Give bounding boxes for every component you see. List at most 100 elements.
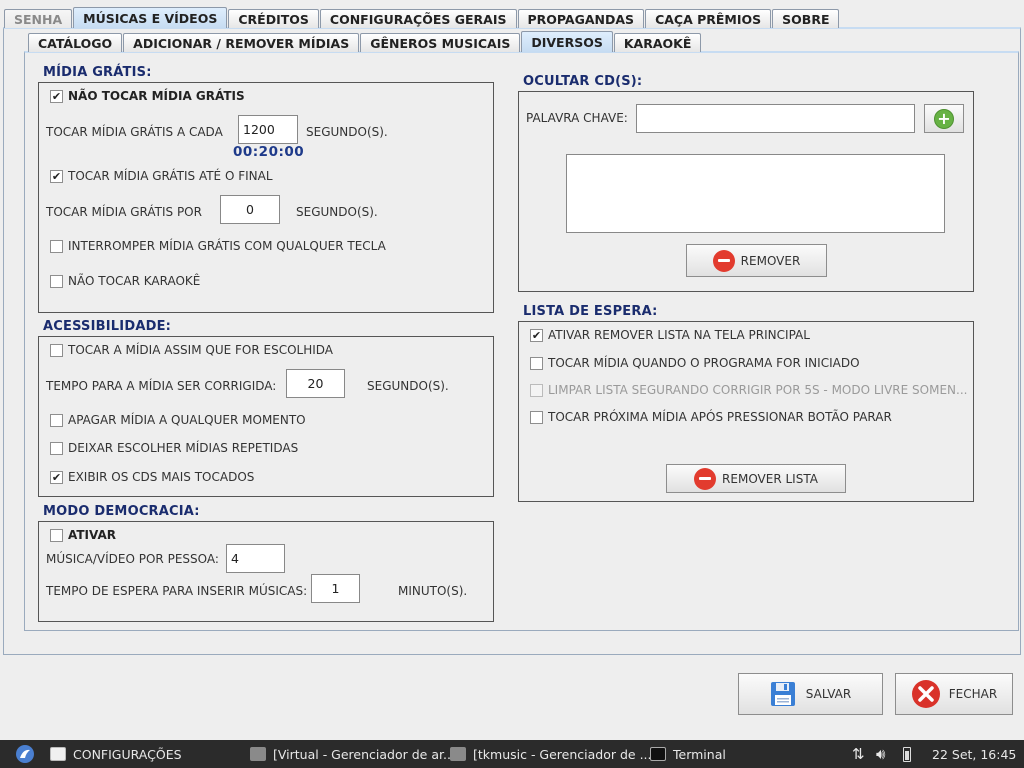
tab-musicas-videos[interactable]: MÚSICAS E VÍDEOS: [73, 7, 228, 28]
interromper-checkbox[interactable]: INTERROMPER MÍDIA GRÁTIS COM QUALQUER TE…: [50, 239, 386, 253]
nao-tocar-karaoke-checkbox[interactable]: NÃO TOCAR KARAOKÊ: [50, 274, 200, 288]
tab-generos-musicais[interactable]: GÊNEROS MUSICAIS: [360, 33, 521, 52]
taskbar-item-label: [Virtual - Gerenciador de ar...: [273, 746, 455, 762]
ocultar-cds-title: OCULTAR CD(S):: [523, 74, 643, 89]
salvar-button[interactable]: SALVAR: [738, 673, 883, 715]
clock-label: 22 Set, 16:45: [932, 746, 1017, 762]
floppy-disk-icon: [770, 682, 795, 706]
tab-karaoke[interactable]: KARAOKÊ: [613, 33, 702, 52]
tocar-ate-final-checkbox[interactable]: ✔ TOCAR MÍDIA GRÁTIS ATÉ O FINAL: [50, 169, 273, 183]
folder-icon: [450, 747, 466, 761]
tab-diversos[interactable]: DIVERSOS: [521, 31, 613, 52]
add-keyword-button[interactable]: +: [924, 104, 964, 133]
time-display: 00:20:00: [233, 144, 305, 160]
tocar-por-input[interactable]: 0: [220, 195, 280, 224]
ativar-remover-lista-checkbox[interactable]: ✔ ATIVAR REMOVER LISTA NA TELA PRINCIPAL: [530, 328, 810, 342]
checkbox-box[interactable]: [50, 441, 63, 455]
checkbox-label: INTERROMPER MÍDIA GRÁTIS COM QUALQUER TE…: [68, 239, 386, 253]
tab-senha[interactable]: SENHA: [4, 9, 73, 28]
taskbar-item-label: [tkmusic - Gerenciador de ...: [473, 746, 652, 762]
clock[interactable]: 22 Set, 16:45: [932, 740, 1016, 768]
apagar-midia-checkbox[interactable]: APAGAR MÍDIA A QUALQUER MOMENTO: [50, 413, 306, 427]
taskbar-item-terminal[interactable]: Terminal: [650, 740, 726, 768]
battery-icon[interactable]: [903, 740, 911, 768]
tocar-iniciado-checkbox[interactable]: TOCAR MÍDIA QUANDO O PROGRAMA FOR INICIA…: [530, 356, 860, 370]
tocar-por-label: TOCAR MÍDIA GRÁTIS POR: [46, 205, 202, 219]
palavra-chave-label: PALAVRA CHAVE:: [526, 111, 628, 125]
checkbox-box[interactable]: [50, 343, 63, 357]
taskbar-item-label: Terminal: [673, 746, 726, 762]
tempo-corrigida-input[interactable]: 20: [286, 369, 345, 398]
terminal-icon: [650, 747, 666, 761]
checkbox-box[interactable]: ✔: [50, 89, 63, 103]
tab-configuracoes-gerais[interactable]: CONFIGURAÇÕES GERAIS: [319, 9, 517, 28]
fechar-label: FECHAR: [948, 687, 998, 701]
folder-icon: [250, 747, 266, 761]
tab-creditos[interactable]: CRÉDITOS: [228, 9, 319, 28]
tocar-escolhida-checkbox[interactable]: TOCAR A MÍDIA ASSIM QUE FOR ESCOLHIDA: [50, 343, 333, 357]
midias-repetidas-checkbox[interactable]: DEIXAR ESCOLHER MÍDIAS REPETIDAS: [50, 441, 298, 455]
limpar-lista-checkbox[interactable]: LIMPAR LISTA SEGURANDO CORRIGIR POR 5S -…: [530, 383, 967, 397]
exibir-cds-checkbox[interactable]: ✔ EXIBIR OS CDS MAIS TOCADOS: [50, 470, 254, 484]
checkbox-box[interactable]: [50, 413, 63, 427]
checkbox-label: ATIVAR REMOVER LISTA NA TELA PRINCIPAL: [548, 328, 810, 342]
volume-icon[interactable]: 🔊︎: [876, 740, 885, 768]
checkbox-label: TOCAR MÍDIA QUANDO O PROGRAMA FOR INICIA…: [548, 356, 860, 370]
checkbox-label: LIMPAR LISTA SEGURANDO CORRIGIR POR 5S -…: [548, 383, 968, 397]
checkbox-label: TOCAR MÍDIA GRÁTIS ATÉ O FINAL: [68, 169, 273, 183]
por-pessoa-label: MÚSICA/VÍDEO POR PESSOA:: [46, 552, 219, 566]
segundos-label-1: SEGUNDO(S).: [306, 125, 388, 139]
checkbox-box[interactable]: ✔: [50, 169, 63, 183]
espera-label: TEMPO DE ESPERA PARA INSERIR MÚSICAS:: [46, 584, 308, 598]
tab-caca-premios[interactable]: CAÇA PRÊMIOS: [645, 9, 772, 28]
tab-adicionar-remover[interactable]: ADICIONAR / REMOVER MÍDIAS: [123, 33, 360, 52]
minutos-label: MINUTO(S).: [398, 584, 468, 598]
checkbox-box[interactable]: [530, 356, 543, 370]
checkbox-box[interactable]: [530, 410, 543, 424]
remover-button[interactable]: REMOVER: [686, 244, 827, 277]
java-app-icon: [50, 747, 66, 761]
ativar-democracia-checkbox[interactable]: ATIVAR: [50, 528, 116, 542]
taskbar-item-virtual-files[interactable]: [Virtual - Gerenciador de ar...: [250, 740, 455, 768]
checkbox-box[interactable]: ✔: [50, 470, 63, 484]
taskbar-item-configuracoes[interactable]: CONFIGURAÇÕES: [50, 740, 182, 768]
palavra-chave-input[interactable]: [636, 104, 915, 133]
tab-catalogo[interactable]: CATÁLOGO: [28, 33, 123, 52]
espera-input[interactable]: 1: [311, 574, 360, 603]
checkbox-label: DEIXAR ESCOLHER MÍDIAS REPETIDAS: [68, 441, 299, 455]
midia-gratis-title: MÍDIA GRÁTIS:: [43, 65, 152, 80]
nao-tocar-midia-gratis-checkbox[interactable]: ✔ NÃO TOCAR MÍDIA GRÁTIS: [50, 89, 245, 103]
minus-icon: [694, 467, 717, 490]
checkbox-label: NÃO TOCAR MÍDIA GRÁTIS: [68, 89, 245, 103]
por-pessoa-input[interactable]: 4: [226, 544, 285, 573]
segundos-label-2: SEGUNDO(S).: [296, 205, 378, 219]
fechar-button[interactable]: FECHAR: [895, 673, 1013, 715]
close-icon: [911, 680, 940, 708]
start-menu-button[interactable]: [14, 740, 36, 768]
tocar-a-cada-label: TOCAR MÍDIA GRÁTIS A CADA: [46, 125, 223, 139]
checkbox-box[interactable]: [530, 383, 543, 397]
acessibilidade-title: ACESSIBILIDADE:: [43, 319, 172, 334]
checkbox-box[interactable]: [50, 274, 63, 288]
checkbox-label: TOCAR A MÍDIA ASSIM QUE FOR ESCOLHIDA: [68, 343, 334, 357]
tab-propagandas[interactable]: PROPAGANDAS: [517, 9, 645, 28]
minus-icon: [712, 249, 735, 272]
segundos-label-3: SEGUNDO(S).: [367, 379, 449, 393]
tocar-proxima-checkbox[interactable]: TOCAR PRÓXIMA MÍDIA APÓS PRESSIONAR BOTÃ…: [530, 410, 892, 424]
checkbox-label: ATIVAR: [68, 528, 117, 542]
tab-sobre[interactable]: SOBRE: [772, 9, 840, 28]
tocar-a-cada-input[interactable]: 1200: [238, 115, 298, 144]
hidden-cds-list[interactable]: [566, 154, 945, 233]
lista-espera-title: LISTA DE ESPERA:: [523, 304, 658, 319]
checkbox-label: NÃO TOCAR KARAOKÊ: [68, 274, 201, 288]
checkbox-box[interactable]: [50, 528, 63, 542]
network-icon[interactable]: ⇅: [852, 740, 865, 768]
salvar-label: SALVAR: [805, 687, 852, 701]
checkbox-box[interactable]: [50, 239, 63, 253]
taskbar-item-tkmusic-files[interactable]: [tkmusic - Gerenciador de ...: [450, 740, 652, 768]
app-menu-icon: [16, 745, 34, 763]
checkbox-label: EXIBIR OS CDS MAIS TOCADOS: [68, 470, 255, 484]
checkbox-label: TOCAR PRÓXIMA MÍDIA APÓS PRESSIONAR BOTÃ…: [548, 410, 892, 424]
checkbox-box[interactable]: ✔: [530, 328, 543, 342]
remover-lista-button[interactable]: REMOVER LISTA: [666, 464, 846, 493]
